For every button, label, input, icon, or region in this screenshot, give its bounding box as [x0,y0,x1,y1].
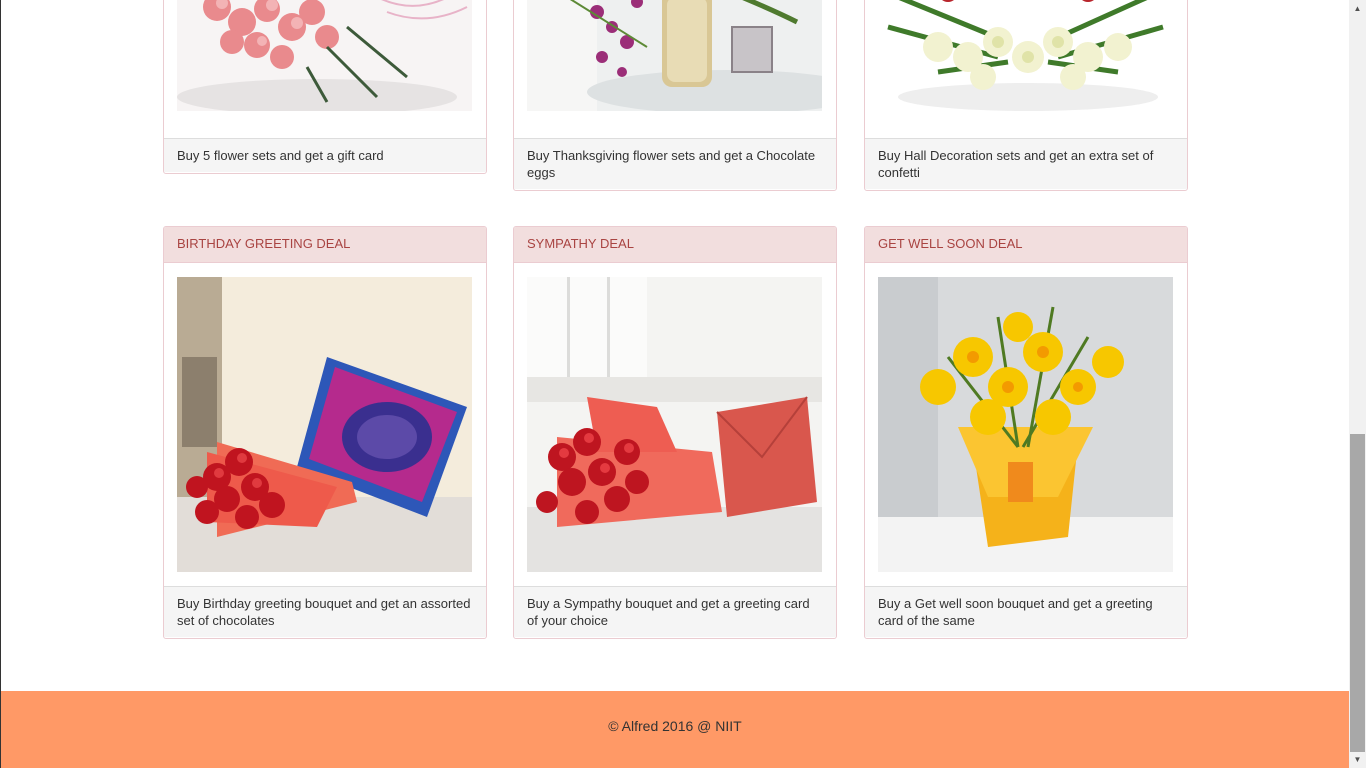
deal-panel-birthday: BIRTHDAY GREETING DEAL Buy Birthday gree… [163,226,487,639]
deal-panel-flower-sets: Buy 5 flower sets and get a gift card [163,0,487,174]
panel-title: BIRTHDAY GREETING DEAL [164,227,486,263]
panel-footer: Buy Hall Decoration sets and get an extr… [865,138,1187,189]
panel-footer: Buy Thanksgiving flower sets and get a C… [514,138,836,189]
panel-title: SYMPATHY DEAL [514,227,836,263]
carnation-arrangement-image [878,0,1174,111]
panel-body [514,263,836,586]
panel-footer: Buy a Sympathy bouquet and get a greetin… [514,586,836,637]
panel-body [865,0,1187,138]
panel-body [164,263,486,586]
birthday-bouquet-image [177,277,472,572]
yellow-lilies-image [878,277,1173,572]
sympathy-bouquet-image [527,277,822,572]
deal-panel-get-well-soon: GET WELL SOON DEAL Buy a Get well soon b… [864,226,1188,639]
deal-panel-thanksgiving: Buy Thanksgiving flower sets and get a C… [513,0,837,191]
pink-roses-image [177,0,473,111]
scroll-thumb[interactable] [1350,434,1365,752]
panel-footer: Buy a Get well soon bouquet and get a gr… [865,586,1187,637]
copyright-text: © Alfred 2016 @ NIIT [608,718,742,734]
vertical-scrollbar[interactable]: ▲ ▼ [1349,0,1366,768]
panel-body [865,263,1187,586]
panel-title: GET WELL SOON DEAL [865,227,1187,263]
panel-body [164,0,486,138]
scroll-down-arrow-icon[interactable]: ▼ [1349,751,1366,768]
orchids-vase-image [527,0,823,111]
deal-panel-hall-decoration: Buy Hall Decoration sets and get an extr… [864,0,1188,191]
panel-footer: Buy Birthday greeting bouquet and get an… [164,586,486,637]
panel-footer: Buy 5 flower sets and get a gift card [164,138,486,172]
page-footer: © Alfred 2016 @ NIIT [1,691,1349,768]
deal-panel-sympathy: SYMPATHY DEAL Buy a Sympathy bouquet and… [513,226,837,639]
panel-body [514,0,836,138]
page-viewport: Buy 5 flower sets and get a gift card Bu… [1,0,1349,768]
scroll-up-arrow-icon[interactable]: ▲ [1349,0,1366,17]
